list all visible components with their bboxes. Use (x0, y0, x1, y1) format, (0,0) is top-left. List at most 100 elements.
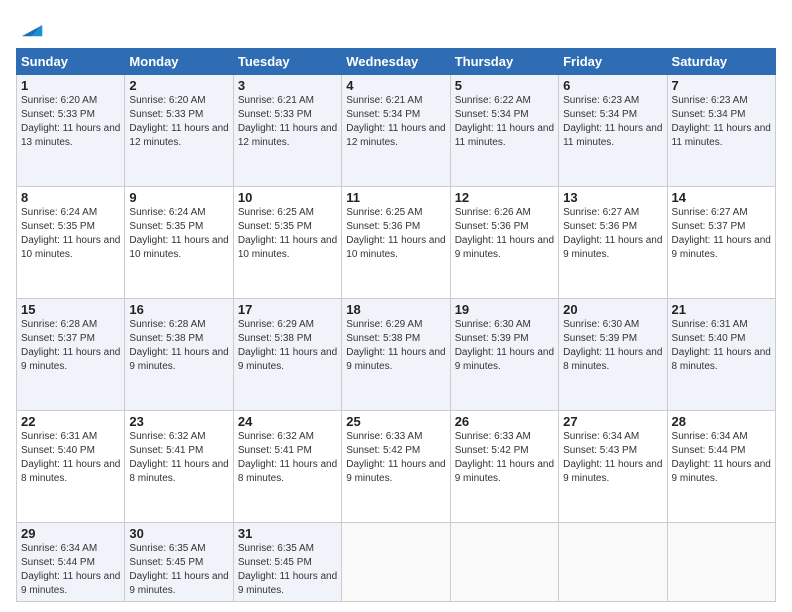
calendar-cell: 12Sunrise: 6:26 AMSunset: 5:36 PMDayligh… (450, 187, 558, 299)
calendar-cell: 29Sunrise: 6:34 AMSunset: 5:44 PMDayligh… (17, 523, 125, 602)
day-info: Sunrise: 6:32 AMSunset: 5:41 PMDaylight:… (238, 430, 337, 486)
calendar-cell: 5Sunrise: 6:22 AMSunset: 5:34 PMDaylight… (450, 75, 558, 187)
calendar-cell: 2Sunrise: 6:20 AMSunset: 5:33 PMDaylight… (125, 75, 233, 187)
day-info: Sunrise: 6:34 AMSunset: 5:44 PMDaylight:… (21, 542, 120, 598)
day-info: Sunrise: 6:25 AMSunset: 5:36 PMDaylight:… (346, 206, 445, 262)
calendar-cell: 4Sunrise: 6:21 AMSunset: 5:34 PMDaylight… (342, 75, 450, 187)
calendar-cell: 15Sunrise: 6:28 AMSunset: 5:37 PMDayligh… (17, 299, 125, 411)
day-number: 11 (346, 190, 445, 205)
day-number: 31 (238, 526, 337, 541)
calendar-cell: 30Sunrise: 6:35 AMSunset: 5:45 PMDayligh… (125, 523, 233, 602)
calendar-cell: 10Sunrise: 6:25 AMSunset: 5:35 PMDayligh… (233, 187, 341, 299)
day-number: 9 (129, 190, 228, 205)
day-info: Sunrise: 6:30 AMSunset: 5:39 PMDaylight:… (563, 318, 662, 374)
day-info: Sunrise: 6:21 AMSunset: 5:34 PMDaylight:… (346, 94, 445, 150)
calendar-header-tuesday: Tuesday (233, 49, 341, 75)
day-info: Sunrise: 6:35 AMSunset: 5:45 PMDaylight:… (238, 542, 337, 598)
day-info: Sunrise: 6:35 AMSunset: 5:45 PMDaylight:… (129, 542, 228, 598)
page: SundayMondayTuesdayWednesdayThursdayFrid… (0, 0, 792, 612)
calendar-week-row: 15Sunrise: 6:28 AMSunset: 5:37 PMDayligh… (17, 299, 776, 411)
calendar-cell: 27Sunrise: 6:34 AMSunset: 5:43 PMDayligh… (559, 411, 667, 523)
day-number: 1 (21, 78, 120, 93)
day-number: 5 (455, 78, 554, 93)
logo (16, 16, 46, 40)
day-info: Sunrise: 6:21 AMSunset: 5:33 PMDaylight:… (238, 94, 337, 150)
calendar-header-saturday: Saturday (667, 49, 775, 75)
day-info: Sunrise: 6:33 AMSunset: 5:42 PMDaylight:… (455, 430, 554, 486)
day-info: Sunrise: 6:29 AMSunset: 5:38 PMDaylight:… (238, 318, 337, 374)
calendar-week-row: 22Sunrise: 6:31 AMSunset: 5:40 PMDayligh… (17, 411, 776, 523)
day-info: Sunrise: 6:31 AMSunset: 5:40 PMDaylight:… (21, 430, 120, 486)
calendar-cell: 23Sunrise: 6:32 AMSunset: 5:41 PMDayligh… (125, 411, 233, 523)
day-info: Sunrise: 6:23 AMSunset: 5:34 PMDaylight:… (563, 94, 662, 150)
calendar-cell: 24Sunrise: 6:32 AMSunset: 5:41 PMDayligh… (233, 411, 341, 523)
day-number: 20 (563, 302, 662, 317)
day-info: Sunrise: 6:27 AMSunset: 5:37 PMDaylight:… (672, 206, 771, 262)
calendar-cell: 25Sunrise: 6:33 AMSunset: 5:42 PMDayligh… (342, 411, 450, 523)
calendar-cell: 21Sunrise: 6:31 AMSunset: 5:40 PMDayligh… (667, 299, 775, 411)
day-info: Sunrise: 6:23 AMSunset: 5:34 PMDaylight:… (672, 94, 771, 150)
day-info: Sunrise: 6:20 AMSunset: 5:33 PMDaylight:… (21, 94, 120, 150)
day-number: 27 (563, 414, 662, 429)
calendar-cell: 9Sunrise: 6:24 AMSunset: 5:35 PMDaylight… (125, 187, 233, 299)
day-info: Sunrise: 6:27 AMSunset: 5:36 PMDaylight:… (563, 206, 662, 262)
calendar-cell: 26Sunrise: 6:33 AMSunset: 5:42 PMDayligh… (450, 411, 558, 523)
calendar-week-row: 1Sunrise: 6:20 AMSunset: 5:33 PMDaylight… (17, 75, 776, 187)
day-number: 6 (563, 78, 662, 93)
day-info: Sunrise: 6:31 AMSunset: 5:40 PMDaylight:… (672, 318, 771, 374)
calendar-cell: 20Sunrise: 6:30 AMSunset: 5:39 PMDayligh… (559, 299, 667, 411)
day-number: 17 (238, 302, 337, 317)
day-info: Sunrise: 6:30 AMSunset: 5:39 PMDaylight:… (455, 318, 554, 374)
calendar-cell (667, 523, 775, 602)
calendar-cell: 7Sunrise: 6:23 AMSunset: 5:34 PMDaylight… (667, 75, 775, 187)
day-number: 2 (129, 78, 228, 93)
day-info: Sunrise: 6:20 AMSunset: 5:33 PMDaylight:… (129, 94, 228, 150)
day-number: 10 (238, 190, 337, 205)
calendar-week-row: 8Sunrise: 6:24 AMSunset: 5:35 PMDaylight… (17, 187, 776, 299)
calendar-table: SundayMondayTuesdayWednesdayThursdayFrid… (16, 48, 776, 602)
day-info: Sunrise: 6:32 AMSunset: 5:41 PMDaylight:… (129, 430, 228, 486)
day-info: Sunrise: 6:24 AMSunset: 5:35 PMDaylight:… (129, 206, 228, 262)
day-number: 28 (672, 414, 771, 429)
day-info: Sunrise: 6:28 AMSunset: 5:38 PMDaylight:… (129, 318, 228, 374)
day-number: 12 (455, 190, 554, 205)
calendar-cell: 18Sunrise: 6:29 AMSunset: 5:38 PMDayligh… (342, 299, 450, 411)
calendar-cell: 11Sunrise: 6:25 AMSunset: 5:36 PMDayligh… (342, 187, 450, 299)
day-info: Sunrise: 6:28 AMSunset: 5:37 PMDaylight:… (21, 318, 120, 374)
day-number: 3 (238, 78, 337, 93)
day-number: 15 (21, 302, 120, 317)
calendar-cell: 13Sunrise: 6:27 AMSunset: 5:36 PMDayligh… (559, 187, 667, 299)
calendar-cell: 19Sunrise: 6:30 AMSunset: 5:39 PMDayligh… (450, 299, 558, 411)
day-number: 13 (563, 190, 662, 205)
day-number: 19 (455, 302, 554, 317)
day-info: Sunrise: 6:33 AMSunset: 5:42 PMDaylight:… (346, 430, 445, 486)
calendar-cell: 6Sunrise: 6:23 AMSunset: 5:34 PMDaylight… (559, 75, 667, 187)
calendar-header-monday: Monday (125, 49, 233, 75)
calendar-header-friday: Friday (559, 49, 667, 75)
calendar-cell: 3Sunrise: 6:21 AMSunset: 5:33 PMDaylight… (233, 75, 341, 187)
calendar-cell: 28Sunrise: 6:34 AMSunset: 5:44 PMDayligh… (667, 411, 775, 523)
calendar-cell (342, 523, 450, 602)
calendar-cell: 14Sunrise: 6:27 AMSunset: 5:37 PMDayligh… (667, 187, 775, 299)
day-number: 30 (129, 526, 228, 541)
calendar-cell: 22Sunrise: 6:31 AMSunset: 5:40 PMDayligh… (17, 411, 125, 523)
header (16, 16, 776, 40)
day-number: 25 (346, 414, 445, 429)
calendar-cell (450, 523, 558, 602)
calendar-week-row: 29Sunrise: 6:34 AMSunset: 5:44 PMDayligh… (17, 523, 776, 602)
day-number: 7 (672, 78, 771, 93)
logo-icon (18, 12, 46, 40)
day-info: Sunrise: 6:34 AMSunset: 5:44 PMDaylight:… (672, 430, 771, 486)
day-number: 4 (346, 78, 445, 93)
day-number: 23 (129, 414, 228, 429)
calendar-cell: 16Sunrise: 6:28 AMSunset: 5:38 PMDayligh… (125, 299, 233, 411)
day-info: Sunrise: 6:34 AMSunset: 5:43 PMDaylight:… (563, 430, 662, 486)
day-number: 14 (672, 190, 771, 205)
calendar-header-sunday: Sunday (17, 49, 125, 75)
calendar-cell: 8Sunrise: 6:24 AMSunset: 5:35 PMDaylight… (17, 187, 125, 299)
day-number: 18 (346, 302, 445, 317)
day-number: 24 (238, 414, 337, 429)
day-number: 21 (672, 302, 771, 317)
calendar-cell: 31Sunrise: 6:35 AMSunset: 5:45 PMDayligh… (233, 523, 341, 602)
calendar-header-row: SundayMondayTuesdayWednesdayThursdayFrid… (17, 49, 776, 75)
